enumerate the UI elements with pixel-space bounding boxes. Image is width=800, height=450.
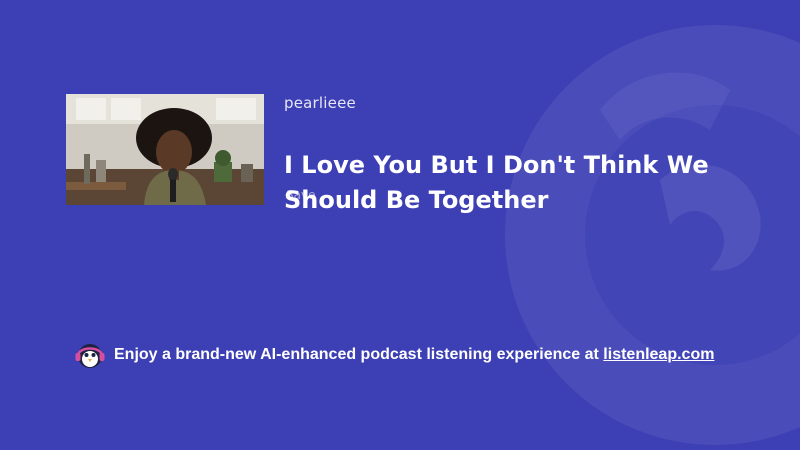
thumbnail-image — [66, 94, 264, 205]
penguin-headphones-icon — [74, 340, 106, 370]
overlap-text: Save — [286, 188, 316, 202]
promo-text: Enjoy a brand-new AI-enhanced podcast li… — [114, 346, 715, 363]
episode-title: I Love You But I Don't Think We Should B… — [284, 151, 709, 214]
episode-thumbnail[interactable] — [66, 94, 264, 205]
promo-banner: Enjoy a brand-new AI-enhanced podcast li… — [74, 340, 714, 370]
episode-author[interactable]: pearlieee — [284, 94, 356, 112]
background-logo-icon — [480, 0, 800, 450]
listenleap-link[interactable]: listenleap.com — [603, 346, 714, 363]
